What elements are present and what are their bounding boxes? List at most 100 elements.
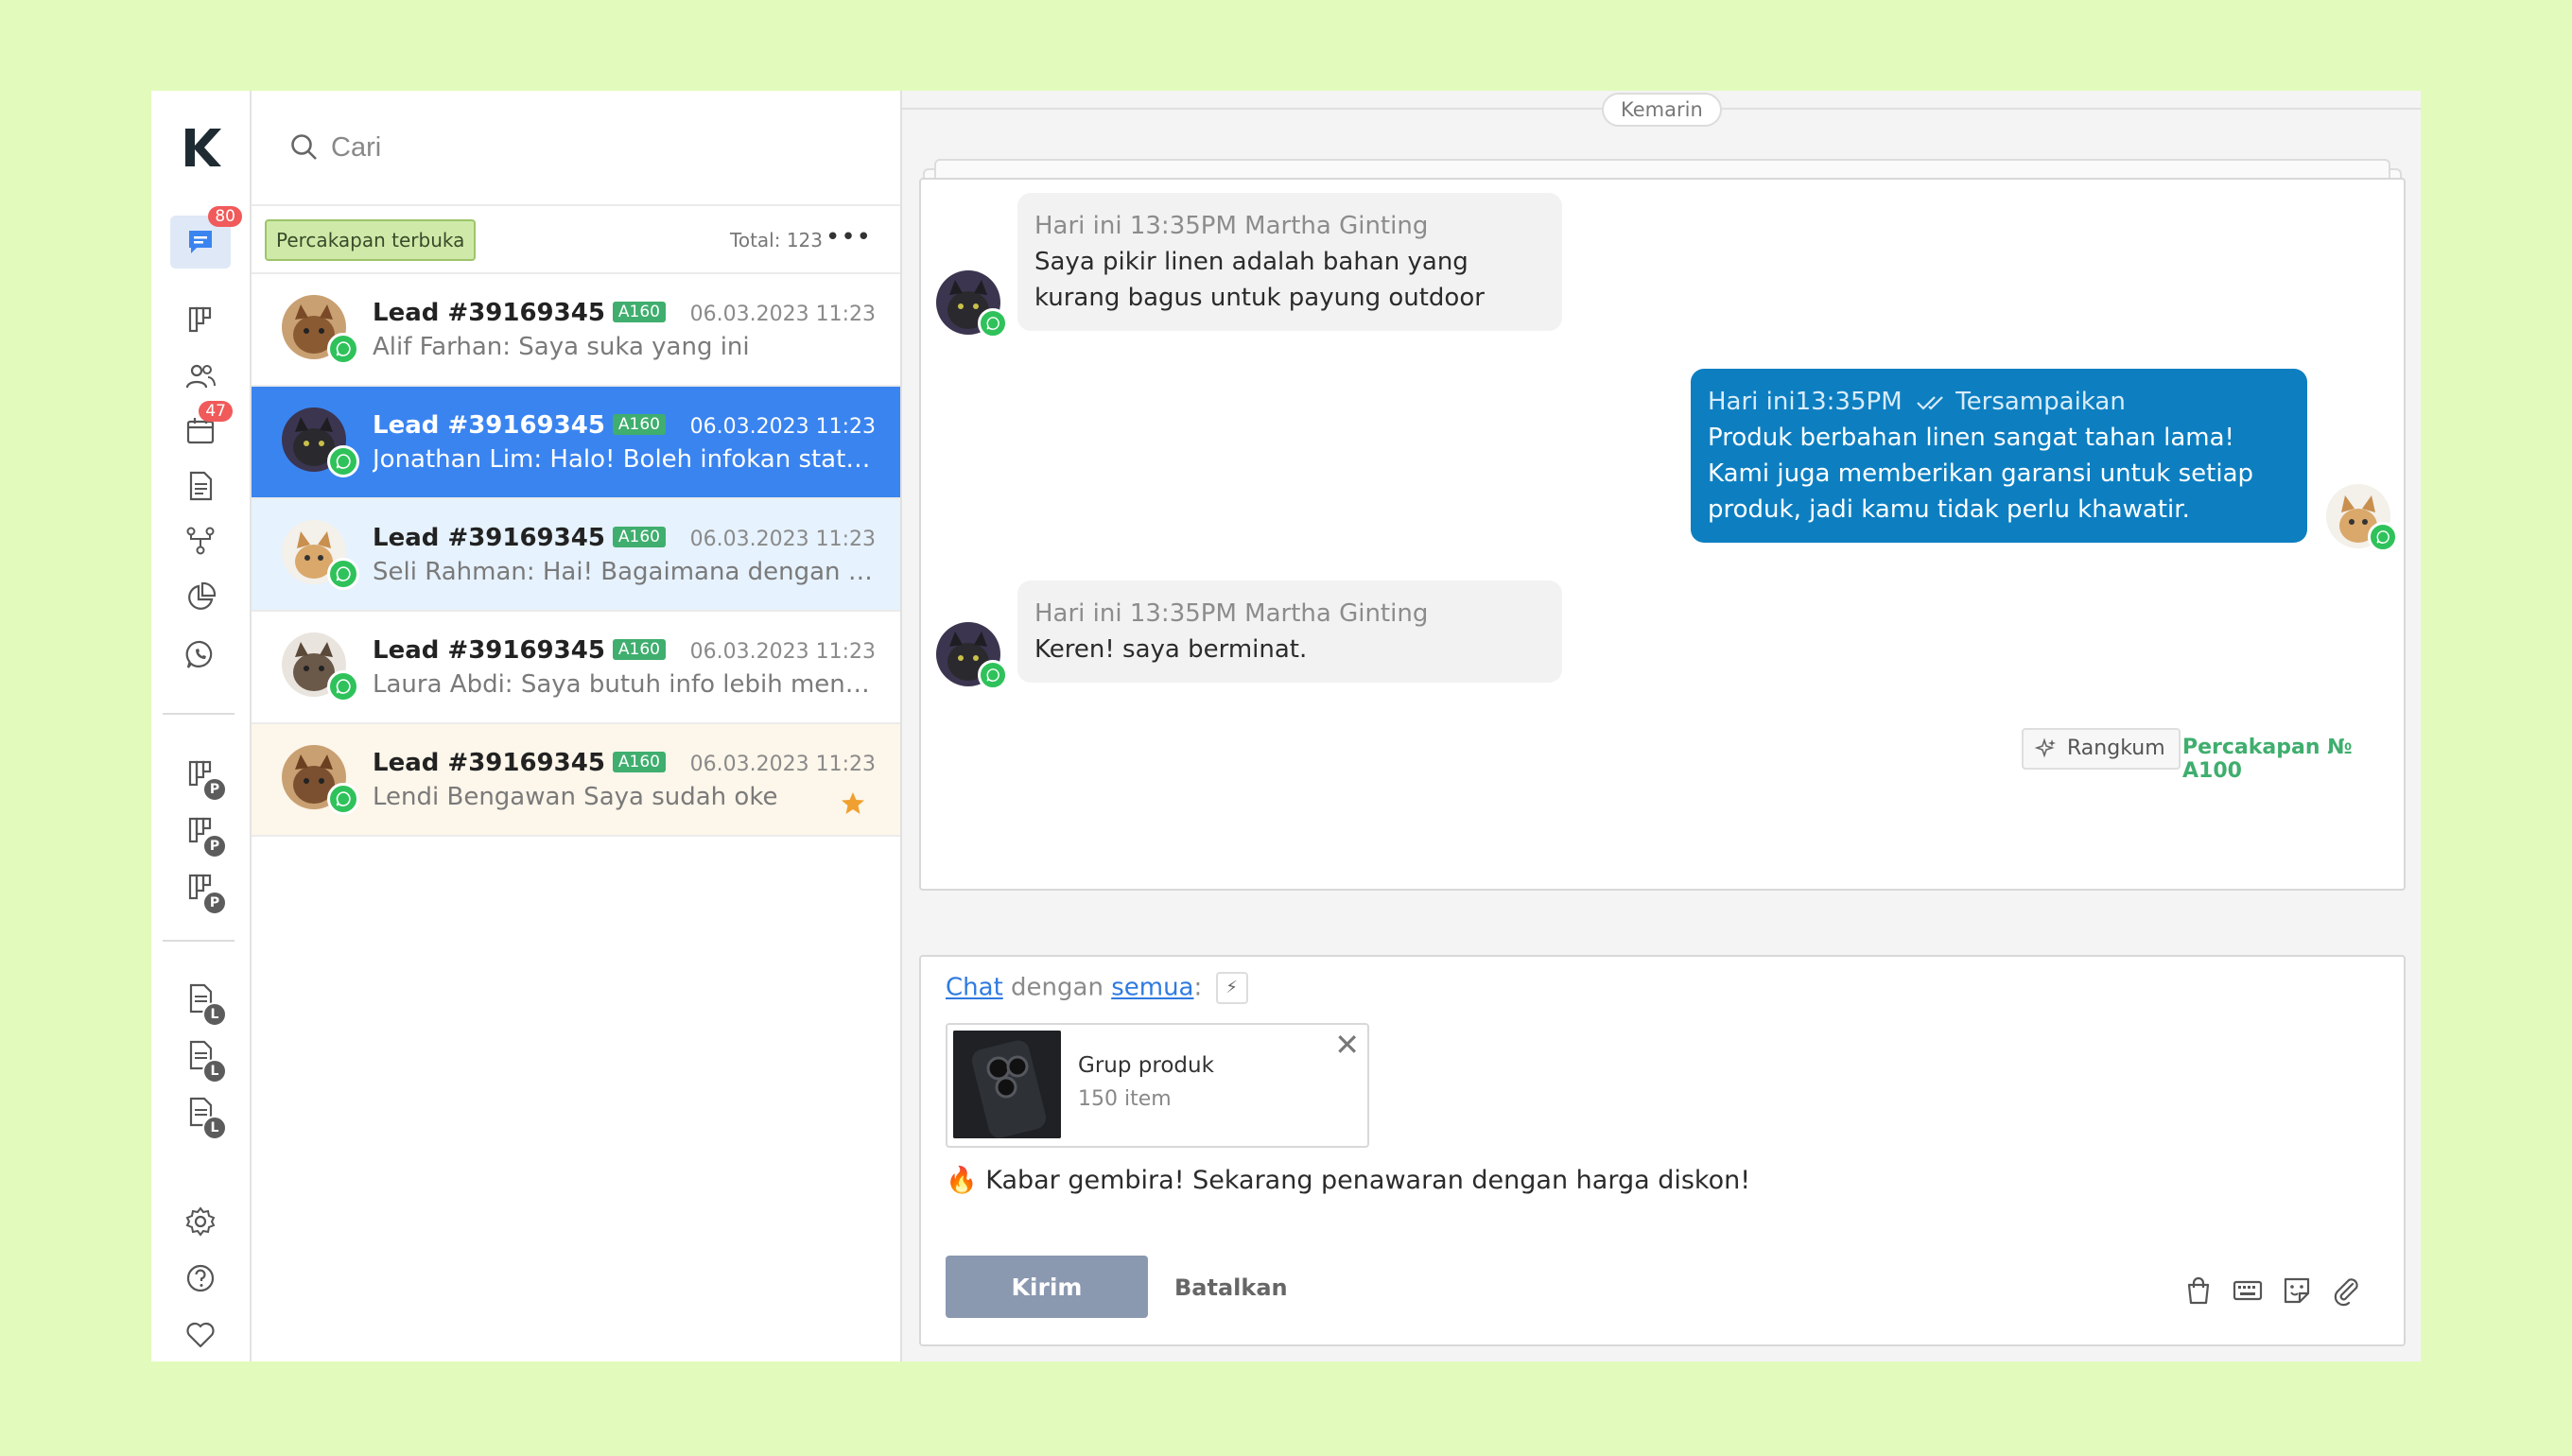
conversation-item-selected[interactable]: Lead #39169345 A160 06.03.2023 11:23 Jona… [252,387,900,499]
list-badge: L [202,1002,227,1027]
nav-documents[interactable] [180,465,221,507]
conversation-date: 06.03.2023 11:23 [689,640,876,664]
sparkle-icon [2035,737,2056,758]
pipeline-badge: P [202,891,227,915]
recipients-link[interactable]: semua [1111,974,1193,1002]
pipeline-badge: P [202,834,227,858]
nav-pipeline-1[interactable]: P [180,753,227,802]
nav-favorites[interactable] [180,1314,221,1356]
whatsapp-badge-icon [2368,522,2398,552]
conversation-item[interactable]: Lead #39169345 A160 06.03.2023 11:23 Laur… [252,612,900,724]
sticker-icon[interactable] [2281,1274,2313,1307]
whatsapp-icon [185,640,213,668]
nav-boards[interactable] [180,299,221,340]
more-options-icon[interactable]: ••• [825,223,872,251]
send-button[interactable]: Kirim [946,1256,1148,1318]
conversation-title: Lead #39169345 A160 [373,749,666,777]
nav-whatsapp[interactable] [180,633,221,675]
paperclip-icon[interactable] [2330,1274,2362,1307]
conversation-item[interactable]: Lead #39169345 A160 06.03.2023 11:23 Alif… [252,274,900,387]
calendar-badge: 47 [199,401,233,422]
product-attachment[interactable]: Grup produk 150 item ✕ [946,1023,1369,1148]
list-badge: L [202,1116,227,1140]
lead-tag: A160 [612,752,666,772]
nav-automation[interactable] [180,520,221,562]
search-bar [252,91,900,206]
message-input[interactable]: 🔥 Kabar gembira! Sekarang penawaran deng… [946,1165,1750,1195]
conversation-item[interactable]: Lead #39169345 A160 06.03.2023 11:23 Seli… [252,499,900,612]
whatsapp-badge-icon [327,670,359,702]
chat-icon [189,231,212,253]
conversation-title: Lead #39169345 A160 [373,411,666,440]
list-badge: L [202,1059,227,1083]
nav-settings[interactable] [180,1201,221,1242]
conversation-date: 06.03.2023 11:23 [689,528,876,551]
nav-reports[interactable] [180,577,221,618]
conversation-preview: Lendi Bengawan Saya sudah oke [373,783,778,811]
lead-tag: A160 [612,639,666,660]
settings-icon [185,1206,216,1237]
message-meta: Hari ini 13:35PM Martha Ginting [1034,212,1429,240]
whatsapp-badge-icon [327,783,359,815]
nav-pipeline-2[interactable]: P [180,809,227,858]
keyboard-icon[interactable] [2232,1274,2264,1307]
conversation-number-link[interactable]: Percakapan № A100 [2182,736,2404,783]
lead-tag: A160 [612,302,666,322]
outgoing-message: Hari ini13:35PM Tersampaikan Produk berb… [1691,369,2307,543]
conversation-list-panel: Percakapan terbuka Total: 123 ••• Lead #… [252,91,902,1361]
message-meta: Hari ini 13:35PM Martha Ginting [1034,599,1429,628]
conversation-preview: Laura Abdi: Saya butuh info lebih mengen… [373,670,883,699]
search-icon [291,134,317,160]
conversation-preview: Seli Rahman: Hai! Bagaimana dengan pesan… [373,558,883,586]
conversation-title: Lead #39169345 A160 [373,524,666,552]
conversation-title: Lead #39169345 A160 [373,299,666,327]
nav-list-3[interactable]: L [180,1091,227,1140]
lightning-icon[interactable]: ⚡ [1215,972,1248,1004]
summarize-button[interactable]: Rangkum [2022,728,2181,770]
nav-help[interactable] [180,1257,221,1299]
message-text: Saya pikir linen adalah bahan yang kuran… [1034,248,1485,312]
whatsapp-badge-icon [327,558,359,590]
heart-icon [186,1322,215,1348]
whatsapp-badge-icon [327,333,359,365]
close-icon[interactable]: ✕ [1334,1027,1360,1063]
cancel-button[interactable]: Batalkan [1174,1274,1288,1301]
nav-list-2[interactable]: L [180,1034,227,1083]
stacked-card [934,159,2390,180]
conversation-preview: Jonathan Lim: Halo! Boleh infokan status… [373,445,883,474]
double-check-icon [1917,396,1943,410]
whatsapp-badge-icon [978,660,1008,690]
fire-emoji-icon: 🔥 [946,1166,978,1195]
logo[interactable] [182,125,223,170]
total-count: Total: 123 [730,229,823,251]
nav-list-1[interactable]: L [180,978,227,1027]
nav-pipeline-3[interactable]: P [180,866,227,915]
recipient-selector: Chat dengan semua: ⚡ [946,972,1248,1004]
whatsapp-badge-icon [327,445,359,477]
rail-divider [163,940,235,942]
nav-contacts[interactable] [180,355,221,397]
conversation-title: Lead #39169345 A160 [373,636,666,665]
message-text: Keren! saya berminat. [1034,635,1308,664]
search-input[interactable] [331,129,860,166]
shopping-bag-icon[interactable] [2182,1274,2215,1307]
star-icon[interactable] [840,790,866,817]
conversation-date: 06.03.2023 11:23 [689,303,876,326]
conversation-preview: Alif Farhan: Saya suka yang ini [373,333,750,361]
message-composer: Chat dengan semua: ⚡ Grup produk 150 ite… [919,955,2406,1346]
conversation-item[interactable]: Lead #39169345 A160 06.03.2023 11:23 Lend… [252,724,900,837]
filter-bar: Percakapan terbuka Total: 123 ••• [252,206,900,274]
contacts-icon [185,364,216,389]
open-conversations-filter[interactable]: Percakapan terbuka [265,219,477,261]
whatsapp-badge-icon [978,308,1008,338]
conversation-date: 06.03.2023 11:23 [689,753,876,776]
pipeline-badge: P [202,777,227,802]
lead-tag: A160 [612,414,666,435]
nav-calendar[interactable]: 47 [180,401,233,452]
flow-icon [186,527,215,555]
crm-app-window: 80 47 P P P L L L Cari Percakapan terbuk… [151,91,2421,1361]
chat-type-link[interactable]: Chat [946,974,1003,1002]
chats-badge: 80 [208,206,242,227]
conversation-date: 06.03.2023 11:23 [689,415,876,439]
nav-chats[interactable]: 80 [170,206,242,269]
